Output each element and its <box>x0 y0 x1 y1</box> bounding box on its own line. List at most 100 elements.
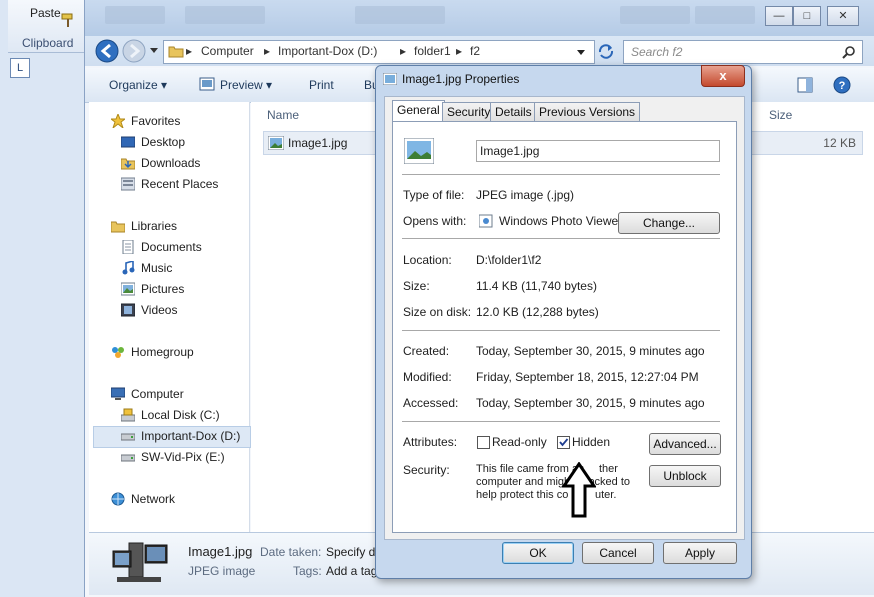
print-button[interactable]: Print <box>309 78 334 92</box>
security-label: Security: <box>403 463 450 477</box>
modified-label: Modified: <box>403 370 452 384</box>
separator <box>402 238 720 239</box>
security-text-line2: computer and might <box>476 476 574 488</box>
dialog-title: Image1.jpg Properties <box>402 72 520 86</box>
location-value: D:\folder1\f2 <box>476 253 542 267</box>
address-dropdown-icon[interactable] <box>576 49 586 56</box>
tab-general[interactable]: General <box>392 100 445 122</box>
ok-button[interactable]: OK <box>502 542 574 564</box>
navigation-bar: ▸ Computer ▸ Important-Dox (D:) ▸ folder… <box>85 36 874 66</box>
breadcrumb-f2[interactable]: f2 <box>470 44 480 58</box>
word-ribbon-background: Paste Clipboard L <box>0 0 85 597</box>
readonly-label: Read-only <box>492 435 547 449</box>
tab-details[interactable]: Details <box>490 102 537 122</box>
blurred-title-area <box>355 6 445 24</box>
nav-music[interactable]: Music <box>121 259 241 277</box>
breadcrumb-important-dox[interactable]: Important-Dox (D:) <box>278 44 377 58</box>
organize-menu[interactable]: Organize ▾ <box>109 78 167 92</box>
blurred-title-area <box>185 6 265 24</box>
accessed-label: Accessed: <box>403 396 459 410</box>
nav-pictures[interactable]: Pictures <box>121 280 241 298</box>
address-bar[interactable]: ▸ Computer ▸ Important-Dox (D:) ▸ folder… <box>163 40 595 64</box>
clipboard-label: Clipboard <box>22 36 74 50</box>
readonly-checkbox[interactable] <box>477 436 490 449</box>
nav-important-dox-d[interactable]: Important-Dox (D:) <box>121 427 241 445</box>
forward-arrow-icon[interactable] <box>122 39 146 63</box>
nav-desktop[interactable]: Desktop <box>121 133 241 151</box>
size-on-disk-value: 12.0 KB (12,288 bytes) <box>476 305 599 319</box>
advanced-button[interactable]: Advanced... <box>649 433 721 455</box>
ruler-toggle-icon[interactable]: L <box>10 58 30 78</box>
details-file-name: Image1.jpg <box>188 544 253 559</box>
blurred-title-area <box>620 6 690 24</box>
computer-icon <box>111 387 125 400</box>
dialog-close-button[interactable]: x <box>701 65 745 87</box>
format-painter-icon[interactable] <box>60 12 76 28</box>
preview-icon <box>199 77 215 91</box>
tab-security[interactable]: Security <box>442 102 496 122</box>
properties-dialog: Image1.jpg Properties x General Security… <box>375 65 752 579</box>
search-input[interactable]: Search f2 <box>623 40 863 64</box>
nav-recent-places[interactable]: Recent Places <box>121 175 241 193</box>
security-text-line1b: ther <box>599 463 618 475</box>
file-name-field[interactable]: Image1.jpg <box>476 140 720 162</box>
nav-documents[interactable]: Documents <box>121 238 241 256</box>
nav-libraries[interactable]: Libraries <box>111 217 241 235</box>
details-file-type: JPEG image <box>188 564 256 578</box>
accessed-value: Today, September 30, 2015, 9 minutes ago <box>476 396 705 410</box>
maximize-button[interactable]: □ <box>793 6 821 26</box>
nav-favorites[interactable]: Favorites <box>111 112 241 130</box>
hidden-label: Hidden <box>572 435 611 449</box>
close-window-button[interactable]: ✕ <box>827 6 859 26</box>
nav-downloads[interactable]: Downloads <box>121 154 241 172</box>
column-header-name[interactable]: Name <box>267 108 299 122</box>
breadcrumb-computer[interactable]: Computer <box>201 44 254 58</box>
tags-value[interactable]: Add a tag <box>326 564 377 578</box>
help-icon[interactable]: ? <box>833 76 851 94</box>
nav-computer[interactable]: Computer <box>111 385 241 403</box>
checkmark-icon <box>559 438 569 447</box>
libraries-icon <box>111 221 125 233</box>
nav-homegroup[interactable]: Homegroup <box>111 343 241 361</box>
opens-with-value: Windows Photo Viewer <box>499 214 623 228</box>
blurred-title-area <box>695 6 755 24</box>
nav-videos[interactable]: Videos <box>121 301 241 319</box>
breadcrumb-folder1[interactable]: folder1 <box>414 44 451 58</box>
cancel-button[interactable]: Cancel <box>582 542 654 564</box>
desktop-icon <box>121 136 135 148</box>
drive-icon <box>121 433 135 441</box>
created-value: Today, September 30, 2015, 9 minutes ago <box>476 344 705 358</box>
date-taken-label: Date taken: <box>260 545 322 559</box>
drive-icon <box>121 454 135 462</box>
preview-menu[interactable]: Preview ▾ <box>220 78 272 92</box>
favorites-star-icon <box>111 114 125 128</box>
file-row-size-cell[interactable]: 12 KB <box>751 131 863 155</box>
nav-network[interactable]: Network <box>111 490 241 508</box>
nav-local-disk-c[interactable]: Local Disk (C:) <box>121 406 241 424</box>
column-header-size[interactable]: Size <box>769 108 792 122</box>
recent-pages-chevron-icon[interactable] <box>149 47 159 55</box>
folder-icon <box>168 46 184 58</box>
minimize-button[interactable]: — <box>765 6 793 26</box>
unblock-button[interactable]: Unblock <box>649 465 721 487</box>
location-label: Location: <box>403 253 452 267</box>
documents-icon <box>122 240 134 254</box>
jpeg-file-icon <box>383 73 397 85</box>
size-label: Size: <box>403 279 430 293</box>
music-note-icon <box>122 261 135 275</box>
preview-pane-icon[interactable] <box>797 77 813 93</box>
date-taken-value[interactable]: Specify da <box>326 545 382 559</box>
hidden-checkbox[interactable] <box>557 436 570 449</box>
refresh-icon[interactable] <box>597 43 615 59</box>
file-row-image1[interactable]: Image1.jpg <box>263 131 381 155</box>
paste-button[interactable]: Paste <box>30 6 61 20</box>
change-button[interactable]: Change... <box>618 212 720 234</box>
search-icon[interactable] <box>842 45 856 59</box>
apply-button[interactable]: Apply <box>663 542 737 564</box>
back-arrow-icon[interactable] <box>95 39 119 63</box>
tab-previous-versions[interactable]: Previous Versions <box>534 102 641 122</box>
size-value: 11.4 KB (11,740 bytes) <box>476 279 597 293</box>
downloads-folder-icon <box>121 158 135 170</box>
nav-sw-vid-pix-e[interactable]: SW-Vid-Pix (E:) <box>121 448 241 466</box>
image-file-large-icon <box>404 138 434 164</box>
